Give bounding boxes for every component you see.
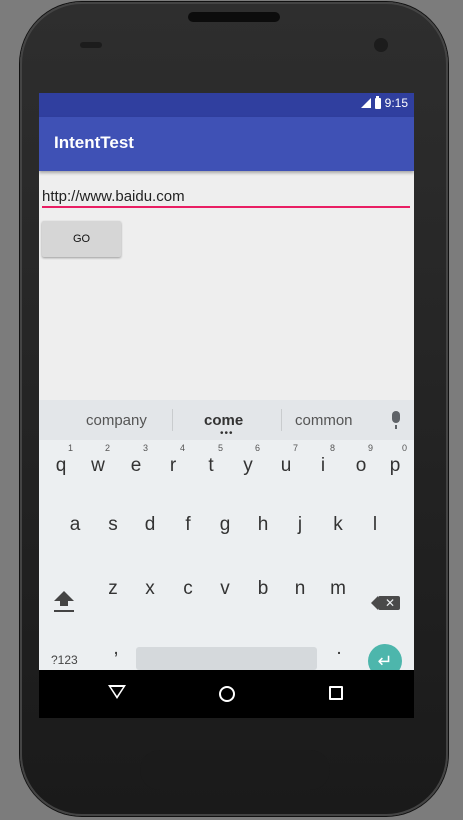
key[interactable]: h xyxy=(248,514,278,536)
key[interactable]: j xyxy=(285,514,315,536)
key-hint-number: 6 xyxy=(255,443,261,453)
key[interactable]: k xyxy=(323,514,353,536)
go-button[interactable]: GO xyxy=(42,221,121,257)
screen: 9:15 IntentTest GO company come ••• comm… xyxy=(39,93,414,718)
key-hint-number: 7 xyxy=(293,443,299,453)
key[interactable]: q xyxy=(46,455,76,477)
period-key[interactable]: . xyxy=(324,638,354,660)
key[interactable]: s xyxy=(98,514,128,536)
key[interactable]: l xyxy=(360,514,390,536)
soft-keyboard: company come ••• common 1 q 2 w 3 e 4 r … xyxy=(39,400,414,678)
bottom-speaker xyxy=(140,750,330,790)
navigation-bar xyxy=(39,670,414,718)
recents-square-icon[interactable] xyxy=(329,686,343,700)
shift-icon-underline xyxy=(54,610,74,612)
shift-icon-stem xyxy=(60,601,68,606)
key[interactable]: m xyxy=(323,578,353,600)
earpiece-speaker xyxy=(188,12,280,22)
backspace-x-glyph: ✕ xyxy=(384,596,396,610)
key[interactable]: r xyxy=(158,455,188,477)
key[interactable]: w xyxy=(83,455,113,477)
key[interactable]: a xyxy=(60,514,90,536)
home-circle-icon[interactable] xyxy=(219,686,235,702)
key-hint-number: 2 xyxy=(105,443,111,453)
key-hint-number: 1 xyxy=(68,443,74,453)
suggestion-item[interactable]: common xyxy=(295,412,353,429)
key[interactable]: e xyxy=(121,455,151,477)
shift-icon xyxy=(54,591,74,601)
key[interactable]: z xyxy=(98,578,128,600)
key[interactable]: o xyxy=(346,455,376,477)
suggestion-item[interactable]: come xyxy=(204,412,243,429)
app-title: IntentTest xyxy=(54,133,134,152)
key[interactable]: i xyxy=(308,455,338,477)
mic-icon[interactable] xyxy=(392,411,400,429)
key[interactable]: b xyxy=(248,578,278,600)
signal-icon xyxy=(360,98,371,108)
status-time: 9:15 xyxy=(384,96,408,110)
key-hint-number: 3 xyxy=(143,443,149,453)
app-bar: IntentTest xyxy=(39,117,414,171)
key-hint-number: 5 xyxy=(218,443,224,453)
key-hint-number: 8 xyxy=(330,443,336,453)
key[interactable]: x xyxy=(135,578,165,600)
suggestion-divider xyxy=(172,409,173,431)
proximity-sensor xyxy=(80,42,102,48)
key[interactable]: y xyxy=(233,455,263,477)
key[interactable]: u xyxy=(271,455,301,477)
key[interactable]: t xyxy=(196,455,226,477)
key[interactable]: f xyxy=(173,514,203,536)
key[interactable]: n xyxy=(285,578,315,600)
status-bar: 9:15 xyxy=(39,93,414,117)
key[interactable]: p xyxy=(380,455,410,477)
key-hint-number: 9 xyxy=(368,443,374,453)
key-hint-number: 4 xyxy=(180,443,186,453)
back-triangle-icon-inner xyxy=(111,687,123,696)
key[interactable]: c xyxy=(173,578,203,600)
front-camera xyxy=(374,38,388,52)
key[interactable]: g xyxy=(210,514,240,536)
url-input[interactable] xyxy=(42,185,410,207)
suggestion-divider xyxy=(281,409,282,431)
symbols-key[interactable]: ?123 xyxy=(51,653,78,667)
key[interactable]: d xyxy=(135,514,165,536)
key-hint-number: 0 xyxy=(402,443,408,453)
more-suggestions-indicator: ••• xyxy=(220,428,234,439)
suggestion-strip: company come ••• common xyxy=(39,400,414,440)
url-input-underline xyxy=(42,206,410,208)
comma-key[interactable]: , xyxy=(101,638,131,660)
battery-icon xyxy=(374,95,381,109)
status-right: 9:15 xyxy=(360,95,408,110)
suggestion-item[interactable]: company xyxy=(86,412,147,429)
key[interactable]: v xyxy=(210,578,240,600)
spacebar[interactable] xyxy=(136,647,317,670)
